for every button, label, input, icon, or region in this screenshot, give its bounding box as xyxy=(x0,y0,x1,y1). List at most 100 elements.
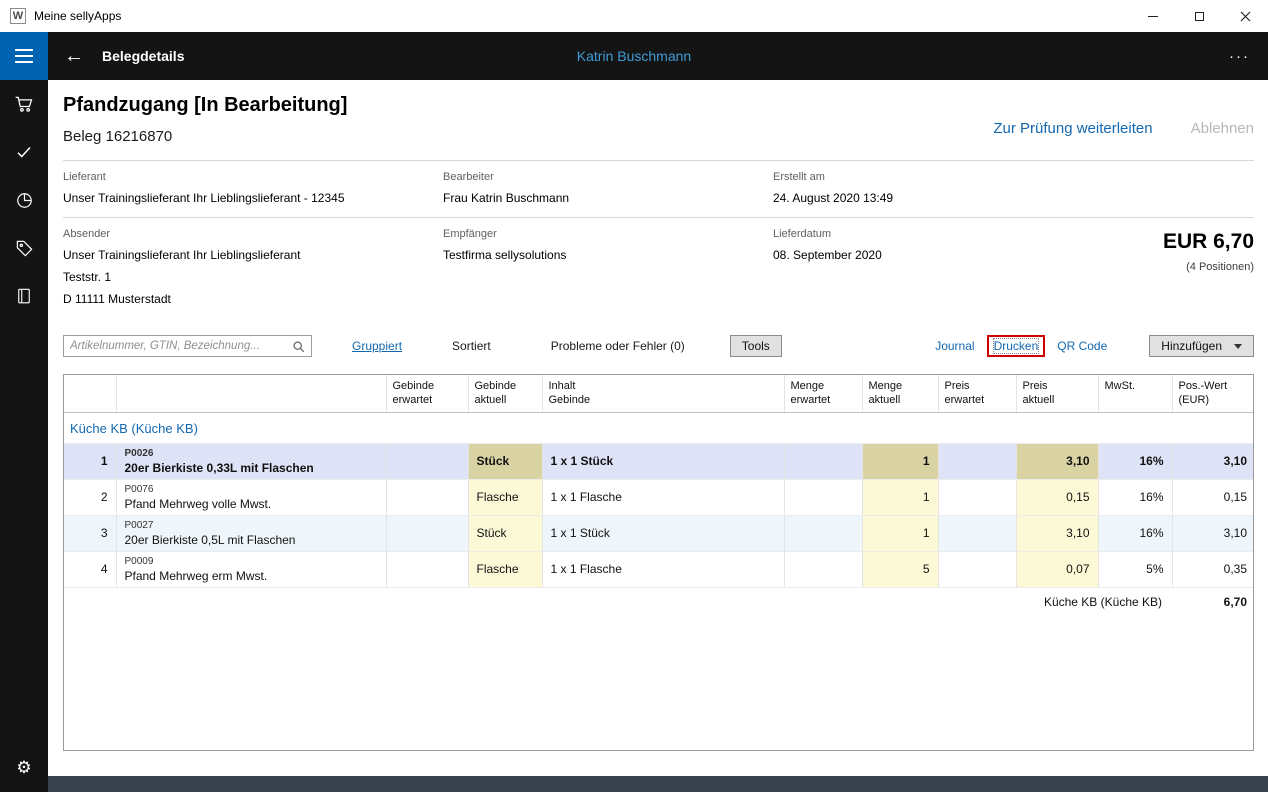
col-artikel xyxy=(116,375,387,413)
total-amount: EUR 6,70 xyxy=(1162,230,1254,253)
search-box xyxy=(63,335,312,357)
table-header-row: Gebinde erwartet Gebinde aktuell Inhalt … xyxy=(64,375,1253,413)
col-preis-aktuell: Preis aktuell xyxy=(1016,375,1099,413)
chevron-down-icon xyxy=(1234,343,1242,349)
drucken-annotation-box: Drucken xyxy=(986,335,1046,357)
pos-wert-cell: 3,10 xyxy=(1172,443,1253,480)
user-name[interactable]: Katrin Buschmann xyxy=(0,48,1268,64)
more-options-button[interactable]: ··· xyxy=(1229,48,1250,65)
page-title: Belegdetails xyxy=(102,48,185,64)
group-total-value: 6,70 xyxy=(1172,586,1253,618)
table-row[interactable]: 3 P0027 20er Bierkiste 0,5L mit Flaschen… xyxy=(64,515,1253,552)
sidebar-item-settings[interactable]: ⚙ xyxy=(0,744,48,792)
menge-aktuell-cell[interactable]: 1 xyxy=(862,515,939,552)
close-button[interactable] xyxy=(1222,0,1268,32)
book-icon xyxy=(18,288,30,304)
pie-chart-icon xyxy=(16,192,32,208)
sidebar: ⚙ xyxy=(0,80,48,792)
article-name: Pfand Mehrweg volle Mwst. xyxy=(124,496,272,511)
gebinde-aktuell-cell[interactable]: Stück xyxy=(468,443,543,480)
bearbeiter-value: Frau Katrin Buschmann xyxy=(443,191,570,205)
col-menge-erwartet: Menge erwartet xyxy=(784,375,863,413)
gebinde-aktuell-cell[interactable]: Flasche xyxy=(468,479,543,516)
col-gebinde-aktuell: Gebinde aktuell xyxy=(468,375,543,413)
back-button[interactable]: ← xyxy=(64,46,84,66)
info-section: Lieferant Unser Trainingslieferant Ihr L… xyxy=(63,161,1254,217)
hamburger-icon xyxy=(15,49,33,51)
lieferdatum-value: 08. September 2020 xyxy=(773,248,882,262)
gebinde-aktuell-cell[interactable]: Stück xyxy=(468,515,543,552)
tools-button[interactable]: Tools xyxy=(729,335,782,357)
gruppiert-toggle[interactable]: Gruppiert xyxy=(352,339,402,353)
search-input[interactable] xyxy=(70,340,292,352)
cart-icon xyxy=(15,96,33,112)
lieferant-value: Unser Trainingslieferant Ihr Lieblingsli… xyxy=(63,191,345,205)
table-row[interactable]: 4 P0009 Pfand Mehrweg erm Mwst. Flasche … xyxy=(64,551,1253,588)
sidebar-item-tasks[interactable] xyxy=(0,128,48,176)
menge-aktuell-cell[interactable]: 5 xyxy=(862,551,939,588)
absender-line: Unser Trainingslieferant Ihr Lieblingsli… xyxy=(63,248,301,262)
article-code: P0027 xyxy=(124,519,154,531)
lieferant-label: Lieferant xyxy=(63,171,106,183)
menge-aktuell-cell[interactable]: 1 xyxy=(862,443,939,480)
probleme-filter[interactable]: Probleme oder Fehler (0) xyxy=(551,339,685,353)
preis-aktuell-cell[interactable]: 0,15 xyxy=(1016,479,1099,516)
sidebar-item-cart[interactable] xyxy=(0,80,48,128)
arrow-left-icon: ← xyxy=(64,45,84,67)
sortiert-toggle[interactable]: Sortiert xyxy=(452,339,491,353)
document-number: Beleg 16216870 xyxy=(63,128,173,145)
preis-aktuell-cell[interactable]: 3,10 xyxy=(1016,443,1099,480)
magnifier-icon xyxy=(293,340,305,352)
forward-for-review-button[interactable]: Zur Prüfung weiterleiten xyxy=(993,120,1152,137)
positions-count: (4 Positionen) xyxy=(1186,261,1254,273)
gear-icon: ⚙ xyxy=(16,758,32,778)
col-nr xyxy=(64,375,117,413)
mwst-cell: 16% xyxy=(1098,479,1173,516)
group-total-label: Küche KB (Küche KB) xyxy=(64,586,1172,618)
absender-line: Teststr. 1 xyxy=(63,270,112,284)
price-tag-icon xyxy=(16,240,32,256)
close-icon xyxy=(1240,11,1250,21)
inhalt-gebinde-cell: 1 x 1 Flasche xyxy=(542,551,785,588)
sidebar-item-documents[interactable] xyxy=(0,272,48,320)
app-icon: W xyxy=(10,8,26,24)
menge-aktuell-cell[interactable]: 1 xyxy=(862,479,939,516)
article-name: 20er Bierkiste 0,33L mit Flaschen xyxy=(124,460,314,475)
erstellt-am-label: Erstellt am xyxy=(773,171,825,183)
mwst-cell: 16% xyxy=(1098,443,1173,480)
positions-table: Gebinde erwartet Gebinde aktuell Inhalt … xyxy=(63,374,1254,751)
hamburger-menu-button[interactable] xyxy=(0,32,48,80)
toolbar: Gruppiert Sortiert Probleme oder Fehler … xyxy=(63,334,1254,358)
preis-aktuell-cell[interactable]: 3,10 xyxy=(1016,515,1099,552)
window-titlebar: W Meine sellyApps xyxy=(0,0,1268,32)
sidebar-item-prices[interactable] xyxy=(0,224,48,272)
col-pos-wert: Pos.-Wert (EUR) xyxy=(1172,375,1253,413)
col-preis-erwartet: Preis erwartet xyxy=(938,375,1017,413)
gebinde-aktuell-cell[interactable]: Flasche xyxy=(468,551,543,588)
checkmark-icon xyxy=(17,146,31,158)
article-code: P0009 xyxy=(124,555,154,567)
absender-line: D 11111 Musterstadt xyxy=(63,292,171,306)
sidebar-item-statistics[interactable] xyxy=(0,176,48,224)
group-label: Küche KB (Küche KB) xyxy=(64,412,1253,444)
qr-code-link[interactable]: QR Code xyxy=(1057,339,1107,353)
maximize-button[interactable] xyxy=(1176,0,1222,32)
col-menge-aktuell: Menge aktuell xyxy=(862,375,939,413)
pos-wert-cell: 0,35 xyxy=(1172,551,1253,588)
journal-link[interactable]: Journal xyxy=(935,339,974,353)
mwst-cell: 5% xyxy=(1098,551,1173,588)
group-total-row: Küche KB (Küche KB) 6,70 xyxy=(64,586,1253,618)
table-row[interactable]: 1 P0026 20er Bierkiste 0,33L mit Flasche… xyxy=(64,443,1253,480)
minimize-button[interactable] xyxy=(1130,0,1176,32)
empfaenger-value: Testfirma sellysolutions xyxy=(443,248,567,262)
window-title: Meine sellyApps xyxy=(34,9,122,23)
hinzufuegen-button[interactable]: Hinzufügen xyxy=(1149,335,1254,357)
drucken-link[interactable]: Drucken xyxy=(992,338,1040,354)
empfaenger-label: Empfänger xyxy=(443,228,497,240)
reject-button[interactable]: Ablehnen xyxy=(1191,120,1254,137)
app-header: ← Belegdetails Katrin Buschmann ··· xyxy=(0,32,1268,80)
article-code: P0026 xyxy=(124,447,154,459)
preis-aktuell-cell[interactable]: 0,07 xyxy=(1016,551,1099,588)
document-title: Pfandzugang [In Bearbeitung] xyxy=(63,94,348,116)
table-row[interactable]: 2 P0076 Pfand Mehrweg volle Mwst. Flasch… xyxy=(64,479,1253,516)
